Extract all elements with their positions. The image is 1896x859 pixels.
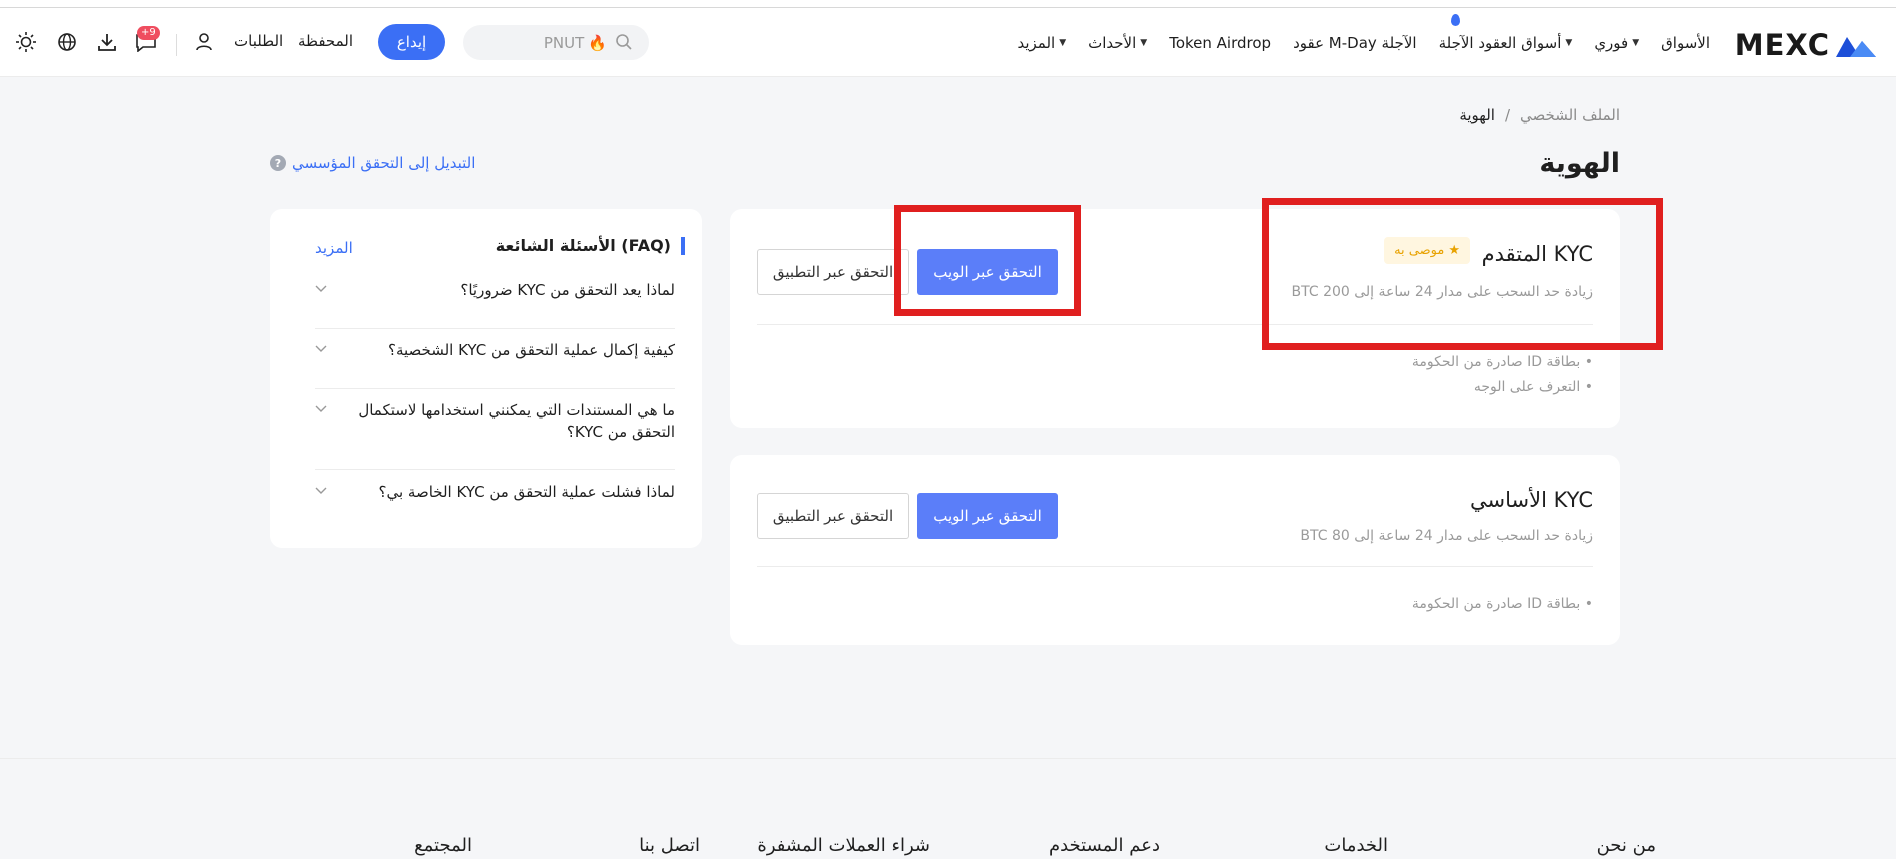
header-divider <box>176 34 177 56</box>
page-title: الهوية <box>1539 148 1620 179</box>
notification-badge: +9 <box>137 26 160 40</box>
kyc-card-description: زيادة حد السحب على مدار 24 ساعة إلى 80 B… <box>1300 528 1593 544</box>
nav-more[interactable]: المزيد ▼ <box>1017 34 1066 52</box>
switch-link-label: التبديل إلى التحقق المؤسسي <box>292 154 476 172</box>
chevron-down-icon <box>315 285 327 292</box>
help-icon: ? <box>270 155 286 171</box>
mexc-logo[interactable]: MEXC <box>1735 28 1876 62</box>
nav-markets[interactable]: الأسواق <box>1661 34 1710 52</box>
caret-down-icon: ▼ <box>1632 37 1640 48</box>
nav-label: الأحداث <box>1088 33 1137 52</box>
faq-item[interactable]: لماذا يعد التحقق من KYC ضروريًا؟ <box>315 279 675 329</box>
chevron-down-icon <box>315 487 327 494</box>
orders-link[interactable]: الطلبات <box>234 32 283 50</box>
highlight-box-web-button <box>894 205 1081 316</box>
footer-col-support[interactable]: دعم المستخدم <box>1049 835 1160 856</box>
nav-label: Token Airdrop <box>1169 33 1272 52</box>
download-icon[interactable] <box>95 30 119 54</box>
globe-icon[interactable] <box>55 30 79 54</box>
footer: من نحن الخدمات دعم المستخدم شراء العملات… <box>0 759 1896 859</box>
verify-app-button[interactable]: التحقق عبر التطبيق <box>757 249 909 295</box>
verify-web-button[interactable]: التحقق عبر الويب <box>917 493 1058 539</box>
user-icon[interactable] <box>192 30 216 54</box>
nav-label: الأسواق <box>1661 33 1710 52</box>
faq-item[interactable]: ما هي المستندات التي يمكنني استخدامها لا… <box>315 399 675 470</box>
caret-down-icon: ▼ <box>1565 37 1573 48</box>
nav-label: عقود M-Day الآجلة <box>1293 33 1417 52</box>
caret-down-icon: ▼ <box>1059 37 1067 48</box>
faq-question: ما هي المستندات التي يمكنني استخدامها لا… <box>358 401 675 441</box>
caret-down-icon: ▼ <box>1140 37 1148 48</box>
footer-col-contact[interactable]: اتصل بنا <box>639 835 700 856</box>
deposit-button[interactable]: إيداع <box>378 24 445 60</box>
breadcrumb-profile[interactable]: الملف الشخصي <box>1520 106 1620 124</box>
nav-label: المزيد <box>1017 33 1056 52</box>
search-icon <box>616 34 632 50</box>
nav-events[interactable]: الأحداث ▼ <box>1088 34 1147 52</box>
logo-text: MEXC <box>1734 28 1830 62</box>
nav-label: أسواق العقود الآجلة <box>1438 33 1562 52</box>
faq-more-link[interactable]: المزيد <box>315 239 353 257</box>
breadcrumb-current: الهوية <box>1459 106 1495 124</box>
faq-question: لماذا فشلت عملية التحقق من KYC الخاصة بي… <box>378 483 675 501</box>
wallet-link[interactable]: المحفظة <box>298 32 353 50</box>
requirement-item: • التعرف على الوجه <box>1473 379 1593 395</box>
drop-icon <box>1450 13 1460 26</box>
nav-spot[interactable]: فوري ▼ <box>1594 34 1639 52</box>
breadcrumb: الملف الشخصي / الهوية <box>1459 106 1620 124</box>
search-value: PNUT <box>543 33 585 52</box>
nav-mday-futures[interactable]: عقود M-Day الآجلة <box>1293 34 1417 52</box>
search-box[interactable]: PNUT 🔥 <box>463 25 649 60</box>
search-query: PNUT 🔥 <box>544 34 607 52</box>
theme-sun-icon[interactable] <box>14 30 38 54</box>
verify-app-button[interactable]: التحقق عبر التطبيق <box>757 493 909 539</box>
browser-top-strip <box>0 0 1896 8</box>
nav-futures-markets[interactable]: أسواق العقود الآجلة ▼ <box>1438 13 1573 52</box>
top-header: MEXC الأسواق فوري ▼ أسواق العقود الآجلة ▼ … <box>0 8 1896 77</box>
mexc-mountain-icon <box>1836 37 1876 57</box>
footer-col-community[interactable]: المجتمع <box>414 835 472 856</box>
fire-icon: 🔥 <box>588 33 607 52</box>
faq-item[interactable]: لماذا فشلت عملية التحقق من KYC الخاصة بي… <box>315 481 675 521</box>
nav-token-airdrop[interactable]: Token Airdrop <box>1169 34 1271 52</box>
footer-col-services[interactable]: الخدمات <box>1324 835 1388 856</box>
faq-title: الأسئلة الشائعة (FAQ) <box>496 237 685 255</box>
basic-kyc-card: KYC الأساسي زيادة حد السحب على مدار 24 س… <box>730 455 1620 645</box>
faq-question: لماذا يعد التحقق من KYC ضروريًا؟ <box>460 281 675 299</box>
footer-col-buy-crypto[interactable]: شراء العملات المشفرة <box>757 835 930 856</box>
footer-col-about[interactable]: من نحن <box>1597 835 1656 856</box>
nav-label: فوري <box>1594 33 1629 52</box>
main-nav: الأسواق فوري ▼ أسواق العقود الآجلة ▼ عقود … <box>1017 8 1710 77</box>
faq-item[interactable]: كيفية إكمال عملية التحقق من KYC الشخصية؟ <box>315 339 675 389</box>
faq-question: كيفية إكمال عملية التحقق من KYC الشخصية؟ <box>387 341 675 359</box>
switch-institutional-link[interactable]: ? التبديل إلى التحقق المؤسسي <box>270 154 475 172</box>
requirement-item: • بطاقة ID صادرة من الحكومة <box>1411 596 1593 612</box>
faq-card: الأسئلة الشائعة (FAQ) المزيد لماذا يعد ا… <box>270 209 702 548</box>
chevron-down-icon <box>315 345 327 352</box>
card-divider <box>757 566 1593 567</box>
breadcrumb-separator: / <box>1504 106 1511 124</box>
highlight-box-advanced-kyc <box>1262 198 1663 350</box>
kyc-card-title: KYC الأساسي <box>1470 488 1593 512</box>
requirement-item: • بطاقة ID صادرة من الحكومة <box>1411 354 1593 370</box>
chevron-down-icon <box>315 405 327 412</box>
